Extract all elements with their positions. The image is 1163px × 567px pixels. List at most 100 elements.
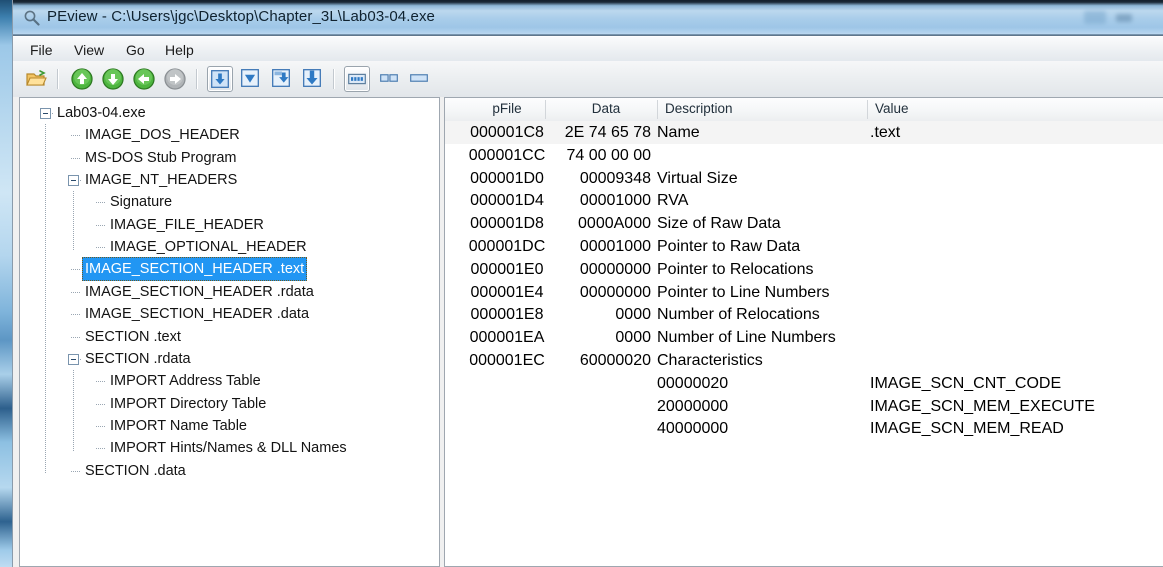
cell-pfile: 000001E8 bbox=[470, 306, 544, 324]
blue-down-large-icon bbox=[303, 69, 321, 87]
table-row[interactable]: 000001C8 2E 74 65 78 Name .text bbox=[445, 121, 1163, 144]
tree-item-label: IMAGE_SECTION_HEADER .text bbox=[81, 257, 308, 282]
column-divider-1[interactable] bbox=[545, 100, 546, 119]
nav-down-button[interactable] bbox=[100, 66, 126, 92]
pe-structure-tree[interactable]: Lab03-04.exe IMAGE_DOS_HEADER MS-DOS Stub … bbox=[20, 98, 439, 566]
menu-item-go[interactable]: Go bbox=[119, 40, 152, 60]
cell-value: .text bbox=[870, 124, 901, 141]
table-row[interactable]: 000001E4 00000000 Pointer to Line Numbers bbox=[445, 281, 1163, 304]
view-full-button[interactable] bbox=[300, 66, 326, 92]
table-row[interactable]: 000001DC 00001000 Pointer to Raw Data bbox=[445, 235, 1163, 258]
cell-description: Virtual Size bbox=[657, 169, 738, 187]
toolbar-separator-2 bbox=[196, 69, 198, 89]
cell-data: 00001000 bbox=[579, 238, 651, 255]
tree-item-label: IMPORT Name Table bbox=[110, 417, 247, 434]
toolbar bbox=[13, 61, 1163, 98]
blue-down-small-icon bbox=[272, 69, 290, 87]
cell-data: 0000A000 bbox=[578, 215, 651, 233]
cell-data: 00000000 bbox=[579, 260, 651, 278]
tree-item-label: Signature bbox=[110, 194, 173, 211]
tree-guide-tick bbox=[80, 358, 81, 360]
arrow-down-green-icon bbox=[102, 68, 124, 90]
cell-data: 0000 bbox=[615, 306, 651, 324]
view-structures-button[interactable] bbox=[238, 66, 264, 92]
arrow-up-green-icon bbox=[71, 68, 93, 90]
tree-guide-tick bbox=[71, 336, 81, 338]
menu-item-help[interactable]: Help bbox=[158, 40, 201, 60]
cell-data: 60000020 bbox=[579, 352, 651, 369]
tree-guide-tick bbox=[71, 291, 81, 293]
tree-item-label: IMAGE_DOS_HEADER bbox=[85, 127, 240, 144]
arrow-back-green-icon bbox=[133, 68, 155, 90]
arrow-forward-gray-icon bbox=[164, 68, 186, 90]
cell-description: 20000000 bbox=[657, 397, 729, 415]
maximize-restore-button[interactable] bbox=[1084, 11, 1106, 24]
nav-up-button[interactable] bbox=[69, 66, 95, 92]
tree-guide-line bbox=[73, 370, 74, 451]
cell-data: 00009348 bbox=[579, 169, 651, 187]
table-row[interactable]: 000001D0 00009348 Virtual Size bbox=[445, 167, 1163, 190]
blue-triangle-icon bbox=[241, 69, 259, 87]
tree-item-label: IMPORT Hints/Names & DLL Names bbox=[110, 440, 347, 457]
table-row[interactable]: 40000000 IMAGE_SCN_MEM_READ bbox=[445, 417, 1163, 440]
table-row[interactable]: 000001EA 0000 Number of Line Numbers bbox=[445, 326, 1163, 349]
menu-item-view[interactable]: View bbox=[67, 40, 111, 60]
cell-pfile: 000001D0 bbox=[470, 169, 544, 187]
close-button[interactable] bbox=[1116, 14, 1132, 22]
cell-description: Pointer to Raw Data bbox=[657, 238, 801, 255]
view-hex-dump-button[interactable] bbox=[207, 66, 233, 92]
menu-item-file[interactable]: File bbox=[23, 40, 60, 60]
column-header-data[interactable]: Data bbox=[561, 101, 651, 116]
tree-item-label: SECTION .rdata bbox=[85, 350, 191, 367]
tree-expander-minus-icon[interactable] bbox=[68, 175, 79, 187]
tree-guide-tick bbox=[71, 314, 81, 316]
tree-item-label: SECTION .text bbox=[85, 328, 181, 345]
tree-item-label: IMPORT Directory Table bbox=[110, 395, 267, 412]
cell-pfile: 000001E0 bbox=[470, 260, 544, 278]
tree-item-label: IMAGE_SECTION_HEADER .rdata bbox=[85, 283, 314, 300]
tree-item-label: Lab03-04.exe bbox=[57, 105, 146, 121]
table-row[interactable]: 000001CC 74 00 00 00 bbox=[445, 144, 1163, 167]
pe-detail-list-pane[interactable]: pFile Data Description Value 000001C8 2E … bbox=[444, 97, 1163, 567]
toolbar-separator-3 bbox=[333, 69, 335, 89]
cell-pfile: 000001E4 bbox=[470, 283, 544, 301]
tree-expander-minus-icon[interactable] bbox=[40, 108, 51, 119]
table-row[interactable]: 20000000 IMAGE_SCN_MEM_EXECUTE bbox=[445, 395, 1163, 418]
column-divider-2[interactable] bbox=[657, 100, 658, 119]
cell-pfile: 000001DC bbox=[468, 238, 546, 255]
tree-item-label: MS-DOS Stub Program bbox=[85, 149, 237, 166]
table-row[interactable]: 000001E8 0000 Number of Relocations bbox=[445, 303, 1163, 326]
tree-guide-tick bbox=[52, 113, 53, 114]
cell-pfile: 000001D4 bbox=[470, 192, 544, 210]
cell-description: Pointer to Line Numbers bbox=[657, 283, 830, 301]
table-row[interactable]: 000001EC 60000020 Characteristics bbox=[445, 349, 1163, 372]
open-file-button[interactable] bbox=[23, 66, 49, 92]
table-row[interactable]: 000001E0 00000000 Pointer to Relocations bbox=[445, 258, 1163, 281]
cell-pfile: 000001C8 bbox=[470, 124, 544, 141]
column-divider-3[interactable] bbox=[867, 100, 868, 119]
show-toolbar-button[interactable] bbox=[344, 66, 370, 92]
pe-structure-tree-pane[interactable]: Lab03-04.exe IMAGE_DOS_HEADER MS-DOS Stub … bbox=[19, 97, 440, 567]
table-row[interactable]: 00000020 IMAGE_SCN_CNT_CODE bbox=[445, 372, 1163, 395]
split-view-button[interactable] bbox=[377, 66, 403, 92]
cell-description: Number of Relocations bbox=[657, 306, 820, 324]
table-row[interactable]: 000001D8 0000A000 Size of Raw Data bbox=[445, 212, 1163, 235]
list-rows[interactable]: 000001C8 2E 74 65 78 Name .text 000001CC 74 0… bbox=[445, 121, 1163, 566]
tree-guide-tick bbox=[96, 403, 106, 405]
table-row[interactable]: 000001D4 00001000 RVA bbox=[445, 189, 1163, 212]
tree-guide-tick bbox=[71, 157, 81, 159]
column-header-description[interactable]: Description bbox=[665, 101, 733, 116]
single-view-button[interactable] bbox=[407, 66, 433, 92]
one-pane-icon bbox=[410, 74, 428, 82]
tree-guide-line bbox=[45, 124, 46, 473]
tree-expander-minus-icon[interactable] bbox=[68, 353, 79, 365]
window-controls[interactable] bbox=[1070, 8, 1156, 28]
nav-back-button[interactable] bbox=[131, 66, 157, 92]
application-window: PEview - C:\Users\jgc\Desktop\Chapter_3L… bbox=[12, 0, 1163, 567]
cell-data: 2E 74 65 78 bbox=[564, 124, 651, 141]
column-header-value[interactable]: Value bbox=[875, 101, 909, 116]
view-section-button[interactable] bbox=[269, 66, 295, 92]
cell-pfile: 000001CC bbox=[468, 146, 546, 164]
cell-pfile: 000001D8 bbox=[470, 215, 544, 233]
nav-forward-button[interactable] bbox=[162, 66, 188, 92]
